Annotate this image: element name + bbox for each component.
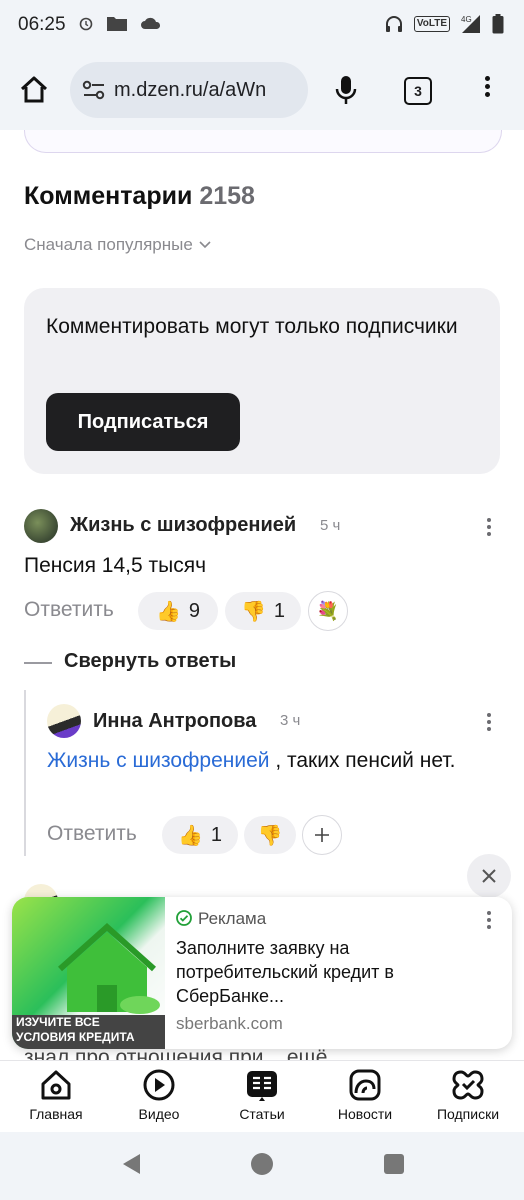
play-icon — [143, 1069, 175, 1101]
comment-author[interactable]: Жизнь с шизофренией — [70, 514, 296, 537]
comment-text: Пенсия 14,5 тысяч — [24, 554, 207, 577]
thumbs-up-icon: 👍 — [155, 600, 181, 623]
comment-time: 5 ч — [320, 517, 341, 534]
dislike-button[interactable]: 👎 — [244, 816, 296, 854]
nav-news[interactable]: Новости — [315, 1068, 415, 1122]
subscribe-notice: Комментировать могут только подписчики — [46, 315, 458, 338]
reply-button[interactable]: Ответить — [47, 822, 137, 846]
status-time: 06:25 — [18, 14, 66, 35]
battery-icon — [492, 14, 504, 34]
reply-menu-button[interactable] — [486, 713, 492, 731]
ad-menu-button[interactable] — [486, 911, 492, 929]
articles-icon — [247, 1071, 277, 1101]
nav-home[interactable]: Главная — [6, 1068, 106, 1122]
headphones-icon — [385, 16, 402, 32]
like-button[interactable]: 👍 1 — [162, 816, 238, 854]
dislike-button[interactable]: 👎 1 — [225, 592, 301, 630]
mention-link[interactable]: Жизнь с шизофренией — [47, 749, 269, 772]
more-vertical-icon — [486, 911, 492, 929]
reaction-flowers-button[interactable]: 💐 — [308, 591, 348, 631]
nav-video[interactable]: Видео — [109, 1068, 209, 1122]
comment-menu-button[interactable] — [486, 518, 492, 536]
status-icons-left — [78, 14, 162, 32]
collapse-line — [24, 662, 52, 664]
thumbs-up-icon: 👍 — [177, 824, 203, 847]
thumbs-down-icon: 👎 — [257, 824, 283, 847]
like-count: 9 — [188, 599, 201, 622]
subscriptions-icon — [452, 1070, 484, 1100]
system-back-button[interactable] — [120, 1152, 142, 1181]
comments-heading: Комментарии 2158 — [24, 182, 255, 211]
avatar[interactable] — [47, 704, 81, 738]
news-icon — [349, 1069, 381, 1101]
ad-domain[interactable]: sberbank.com — [176, 1014, 283, 1034]
thumbs-down-icon: 👎 — [240, 600, 266, 623]
dislike-count: 1 — [273, 599, 286, 622]
reply-author[interactable]: Инна Антропова — [93, 710, 256, 733]
collapse-replies-button[interactable]: Свернуть ответы — [64, 650, 236, 673]
reply-button[interactable]: Ответить — [24, 598, 114, 622]
recents-square-icon — [384, 1154, 404, 1174]
sort-label: Сначала популярные — [24, 235, 193, 254]
reply-time: 3 ч — [280, 712, 301, 729]
more-vertical-icon — [486, 713, 492, 731]
home-outline-icon — [20, 76, 48, 103]
ad-verified-icon — [176, 910, 192, 931]
nav-articles-label: Статьи — [239, 1106, 285, 1122]
back-triangle-icon — [123, 1154, 140, 1174]
plus-icon — [315, 828, 329, 842]
system-recents-button[interactable] — [383, 1153, 405, 1180]
close-icon — [482, 869, 496, 883]
site-settings-icon[interactable] — [82, 79, 106, 101]
ad-image-caption: ИЗУЧИТЕ ВСЕ УСЛОВИЯ КРЕДИТА — [16, 1015, 135, 1044]
url-text: m.dzen.ru/a/aWn — [114, 78, 267, 101]
ad-label: Реклама — [198, 909, 267, 928]
home-circle-icon — [251, 1153, 273, 1175]
chevron-down-icon — [199, 241, 211, 249]
alarm-icon — [79, 17, 93, 31]
like-button[interactable]: 👍 9 — [138, 592, 218, 630]
ad-close-button[interactable] — [467, 854, 511, 898]
sort-dropdown[interactable]: Сначала популярные — [24, 235, 211, 255]
nav-home-label: Главная — [29, 1106, 83, 1122]
avatar[interactable] — [24, 509, 58, 543]
previous-card-bottom — [24, 130, 502, 153]
nav-news-label: Новости — [337, 1106, 393, 1122]
browser-menu-button[interactable] — [484, 76, 490, 97]
nav-video-label: Видео — [138, 1106, 180, 1122]
thread-line — [24, 690, 26, 856]
signal-icon: 4G — [461, 15, 480, 33]
more-vertical-icon — [484, 76, 490, 97]
status-icons-right: VoLTE 4G — [384, 14, 504, 34]
nav-subscriptions-label: Подписки — [436, 1106, 500, 1122]
system-home-button[interactable] — [250, 1152, 274, 1181]
tabs-count-button[interactable]: 3 — [404, 77, 432, 105]
reply-body: , таких пенсий нет. — [269, 749, 456, 772]
home-icon — [41, 1070, 71, 1100]
folder-icon — [107, 17, 127, 31]
flowers-icon: 💐 — [316, 600, 340, 621]
ad-image[interactable]: ИЗУЧИТЕ ВСЕ УСЛОВИЯ КРЕДИТА — [12, 897, 165, 1049]
microphone-icon — [335, 76, 357, 104]
svg-text:4G: 4G — [461, 15, 472, 24]
home-button[interactable] — [18, 74, 50, 111]
add-reaction-button[interactable] — [302, 815, 342, 855]
ad-title[interactable]: Заполните заявку на потребительский кред… — [176, 936, 466, 1008]
nav-subscriptions[interactable]: Подписки — [418, 1068, 518, 1122]
cloud-icon — [141, 17, 161, 29]
volte-indicator: VoLTE — [413, 16, 450, 32]
voice-search-button[interactable] — [334, 74, 358, 111]
nav-articles[interactable]: Статьи — [212, 1068, 312, 1122]
reply-text: Жизнь с шизофренией , таких пенсий нет. — [47, 746, 477, 775]
subscribe-button[interactable]: Подписаться — [46, 393, 240, 451]
comments-count: 2158 — [199, 182, 255, 210]
more-vertical-icon — [486, 518, 492, 536]
like-count: 1 — [210, 823, 223, 846]
address-bar[interactable]: m.dzen.ru/a/aWn — [70, 62, 308, 118]
comments-title: Комментарии — [24, 182, 193, 210]
